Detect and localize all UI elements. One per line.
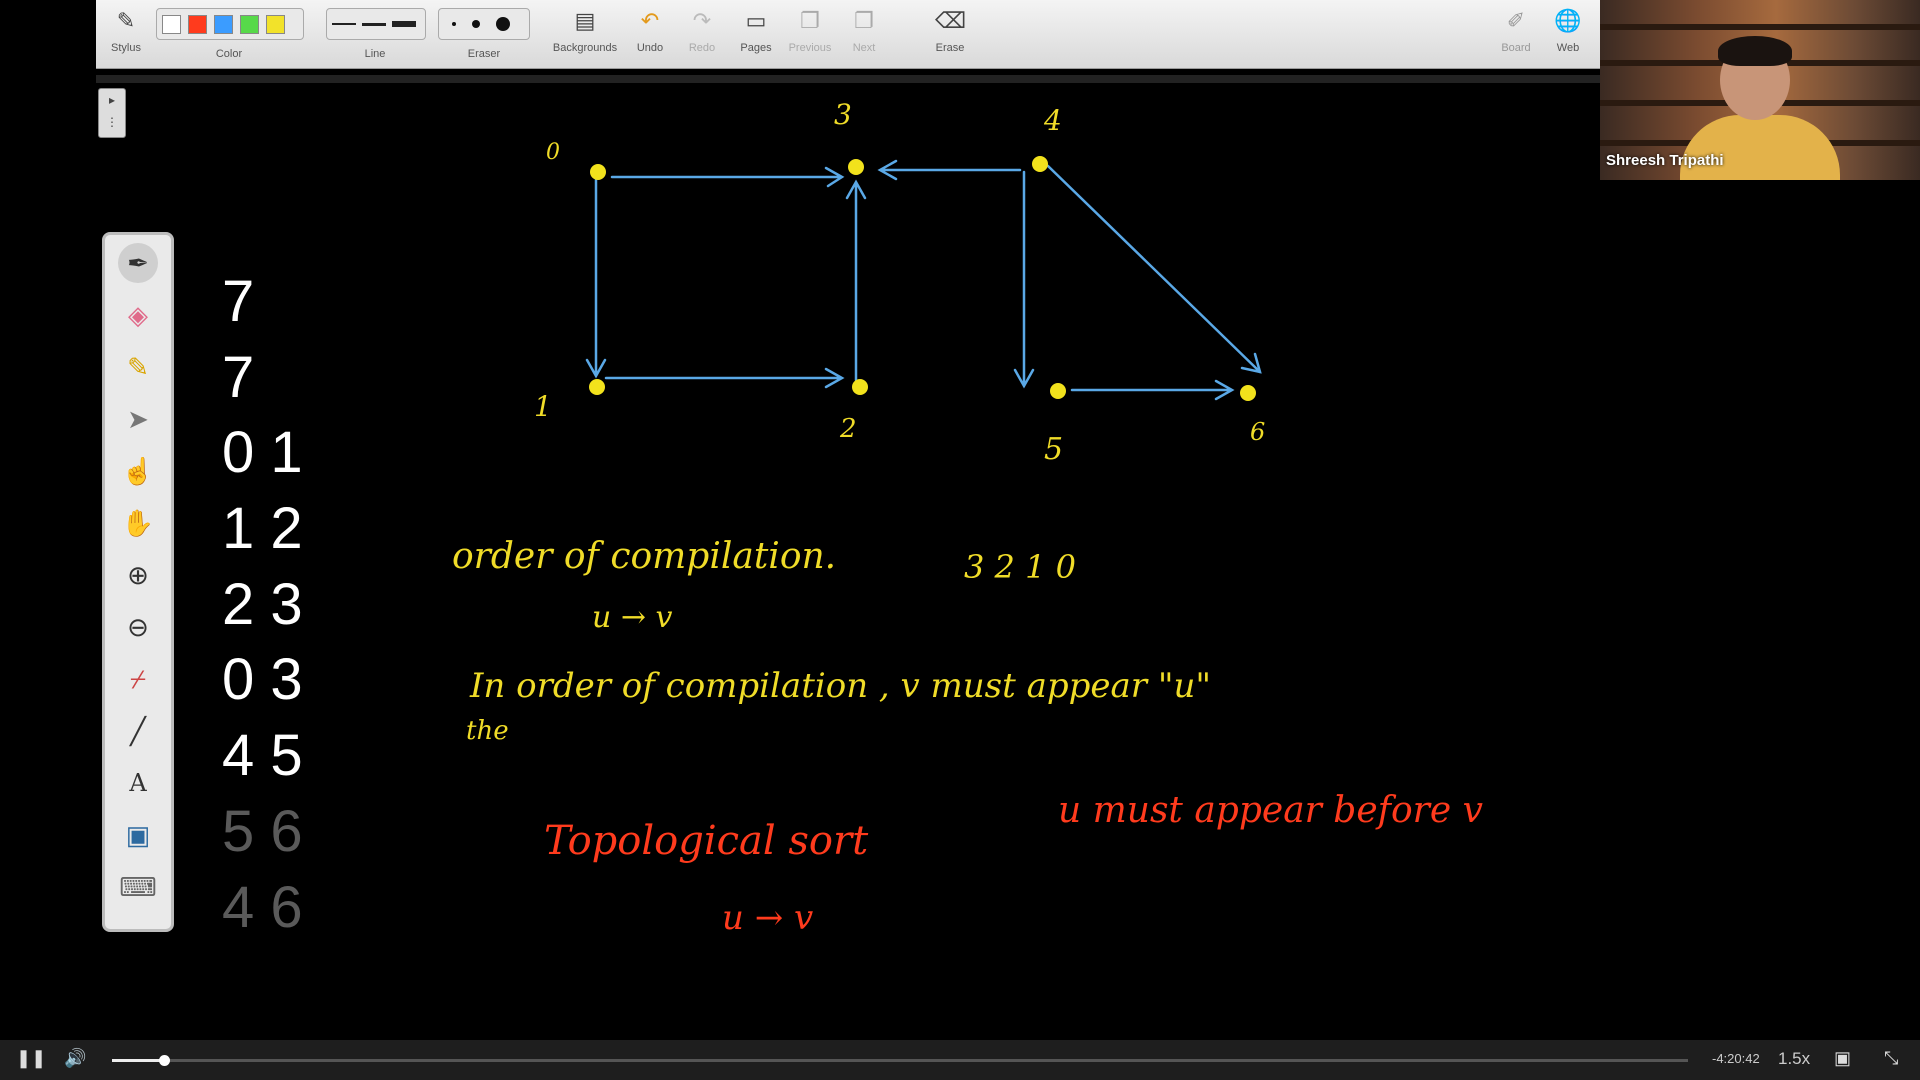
progress-track[interactable] — [112, 1055, 1688, 1066]
note-u-must-appear: u must appear before v — [1058, 790, 1483, 831]
volume-icon[interactable]: 🔊 — [64, 1048, 86, 1069]
graph-node-3 — [848, 159, 864, 175]
note-topological-sort: Topological sort — [544, 818, 869, 864]
edge-0-3 — [610, 166, 845, 188]
video-player-bar: ❚❚ 🔊 -4:20:42 1.5x ▣ ⤡ — [0, 1040, 1920, 1080]
node-label-6: 6 — [1250, 418, 1266, 446]
edge-4-3 — [877, 159, 1022, 181]
pause-icon[interactable]: ❚❚ — [16, 1048, 46, 1069]
note-in-order-line: In order of compilation , v must appear … — [470, 666, 1212, 706]
node-label-2: 2 — [840, 414, 857, 444]
edge-1-2 — [604, 367, 845, 389]
edge-4-5 — [1013, 170, 1035, 389]
graph-node-0 — [590, 164, 606, 180]
graph-node-6 — [1240, 385, 1256, 401]
graph-node-5 — [1050, 383, 1066, 399]
directed-graph — [585, 156, 1262, 401]
node-label-5: 5 — [1044, 432, 1064, 467]
graph-node-4 — [1032, 156, 1048, 172]
graph-node-2 — [852, 379, 868, 395]
note-order-of-compilation: order of compilation. — [452, 536, 837, 577]
node-label-3: 3 — [834, 98, 852, 131]
edge-5-6 — [1070, 379, 1235, 401]
exit-fullscreen-icon[interactable]: ⤡ — [1884, 1048, 1898, 1069]
picture-in-picture-icon[interactable]: ▣ — [1834, 1048, 1851, 1069]
edge-4-6 — [1046, 164, 1262, 374]
node-label-0: 0 — [546, 140, 560, 165]
node-label-4: 4 — [1044, 104, 1062, 137]
time-remaining: -4:20:42 — [1712, 1051, 1760, 1066]
note-the: the — [466, 716, 509, 746]
progress-knob[interactable] — [159, 1055, 170, 1066]
note-u-to-v: u → v — [592, 600, 673, 635]
node-label-1: 1 — [534, 390, 552, 423]
note-u-to-v-red: u → v — [722, 898, 814, 938]
edge-0-1 — [585, 178, 607, 379]
edge-2-3 — [845, 179, 867, 382]
whiteboard-canvas[interactable]: 7 7 0 1 1 2 2 3 0 3 4 5 5 6 4 6 0 3 4 1 … — [0, 0, 1920, 1040]
progress-fill — [112, 1059, 164, 1062]
playback-speed-button[interactable]: 1.5x — [1778, 1049, 1810, 1069]
graph-node-1 — [589, 379, 605, 395]
note-sequence: 3 2 1 0 — [964, 548, 1076, 586]
